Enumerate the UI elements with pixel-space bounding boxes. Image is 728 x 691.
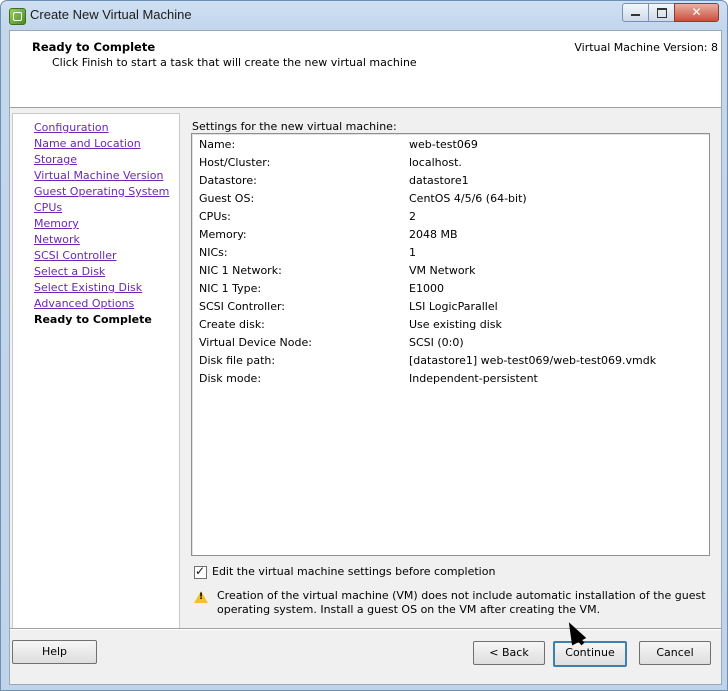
page-subtitle: Click Finish to start a task that will c… [52, 56, 417, 69]
summary-row: NIC 1 Type: E1000 [199, 282, 699, 300]
footer-divider [10, 628, 721, 630]
summary-row: Memory: 2048 MB [199, 228, 699, 246]
close-button[interactable]: ✕ [674, 3, 719, 22]
summary-row: Disk mode: Independent-persistent [199, 372, 699, 390]
minimize-icon [631, 14, 640, 16]
close-icon: ✕ [691, 5, 702, 19]
summary-row: CPUs: 2 [199, 210, 699, 228]
nav-item-storage[interactable]: Storage [34, 153, 77, 166]
settings-section-label: Settings for the new virtual machine: [192, 120, 397, 133]
wizard-steps-nav: Configuration Name and Location Storage … [12, 113, 180, 630]
nav-item-guest-os[interactable]: Guest Operating System [34, 185, 169, 198]
caption-buttons: ✕ [622, 3, 719, 22]
summary-row: Virtual Device Node: SCSI (0:0) [199, 336, 699, 354]
nav-item-name-and-location[interactable]: Name and Location [34, 137, 141, 150]
summary-value: Use existing disk [409, 318, 502, 331]
nav-item-network[interactable]: Network [34, 233, 80, 246]
summary-key: Name: [199, 138, 236, 151]
dialog-window: Create New Virtual Machine ✕ Ready to Co… [0, 0, 728, 691]
summary-row: Guest OS: CentOS 4/5/6 (64-bit) [199, 192, 699, 210]
summary-key: NIC 1 Type: [199, 282, 262, 295]
summary-value: localhost. [409, 156, 462, 169]
summary-row: Create disk: Use existing disk [199, 318, 699, 336]
maximize-button[interactable] [648, 3, 675, 22]
page-title: Ready to Complete [32, 40, 156, 54]
edit-settings-label[interactable]: Edit the virtual machine settings before… [212, 565, 495, 578]
summary-key: Datastore: [199, 174, 257, 187]
nav-item-vm-version[interactable]: Virtual Machine Version [34, 169, 163, 182]
nav-item-scsi-controller[interactable]: SCSI Controller [34, 249, 117, 262]
summary-value: SCSI (0:0) [409, 336, 464, 349]
nav-item-ready-to-complete: Ready to Complete [34, 313, 152, 326]
summary-row: NIC 1 Network: VM Network [199, 264, 699, 282]
nav-item-select-existing-disk[interactable]: Select Existing Disk [34, 281, 142, 294]
warning-icon: ! [194, 591, 208, 603]
summary-value: web-test069 [409, 138, 478, 151]
guest-os-warning-text: Creation of the virtual machine (VM) doe… [217, 589, 706, 616]
wizard-header: Ready to Complete Click Finish to start … [10, 31, 721, 108]
summary-key: Virtual Device Node: [199, 336, 312, 349]
summary-row: Disk file path: [datastore1] web-test069/… [199, 354, 699, 372]
summary-value: datastore1 [409, 174, 469, 187]
nav-item-cpus[interactable]: CPUs [34, 201, 62, 214]
summary-value: 2048 MB [409, 228, 458, 241]
back-button[interactable]: < Back [473, 641, 545, 665]
summary-key: Memory: [199, 228, 247, 241]
summary-value: E1000 [409, 282, 444, 295]
summary-value: CentOS 4/5/6 (64-bit) [409, 192, 527, 205]
summary-key: Disk mode: [199, 372, 262, 385]
vm-version-label: Virtual Machine Version: 8 [574, 41, 718, 54]
summary-value: [datastore1] web-test069/web-test069.vmd… [409, 354, 657, 367]
summary-value: VM Network [409, 264, 476, 277]
summary-key: CPUs: [199, 210, 231, 223]
summary-value: 2 [409, 210, 416, 223]
cancel-button[interactable]: Cancel [639, 641, 711, 665]
summary-row: NICs: 1 [199, 246, 699, 264]
summary-key: Create disk: [199, 318, 265, 331]
nav-item-memory[interactable]: Memory [34, 217, 79, 230]
summary-key: Guest OS: [199, 192, 255, 205]
summary-value: LSI LogicParallel [409, 300, 498, 313]
vsphere-app-icon [9, 8, 26, 25]
window-title: Create New Virtual Machine [30, 7, 192, 22]
summary-row: Name: web-test069 [199, 138, 699, 156]
summary-row: SCSI Controller: LSI LogicParallel [199, 300, 699, 318]
summary-row: Datastore: datastore1 [199, 174, 699, 192]
summary-key: Disk file path: [199, 354, 276, 367]
minimize-button[interactable] [622, 3, 649, 22]
settings-summary-list: Name: web-test069 Host/Cluster: localhost.… [191, 133, 710, 556]
summary-value: 1 [409, 246, 416, 259]
dialog-client-area: Ready to Complete Click Finish to start … [9, 30, 722, 685]
summary-value: Independent-persistent [409, 372, 538, 385]
nav-item-advanced-options[interactable]: Advanced Options [34, 297, 134, 310]
summary-row: Host/Cluster: localhost. [199, 156, 699, 174]
continue-button[interactable]: Continue [553, 641, 627, 667]
summary-key: NICs: [199, 246, 228, 259]
nav-item-select-a-disk[interactable]: Select a Disk [34, 265, 105, 278]
help-button[interactable]: Help [12, 640, 97, 664]
summary-key: Host/Cluster: [199, 156, 271, 169]
summary-key: SCSI Controller: [199, 300, 286, 313]
nav-item-configuration[interactable]: Configuration [34, 121, 109, 134]
summary-key: NIC 1 Network: [199, 264, 282, 277]
edit-settings-checkbox[interactable] [194, 564, 207, 579]
maximize-icon [657, 8, 667, 18]
title-bar[interactable]: Create New Virtual Machine ✕ [1, 1, 727, 29]
